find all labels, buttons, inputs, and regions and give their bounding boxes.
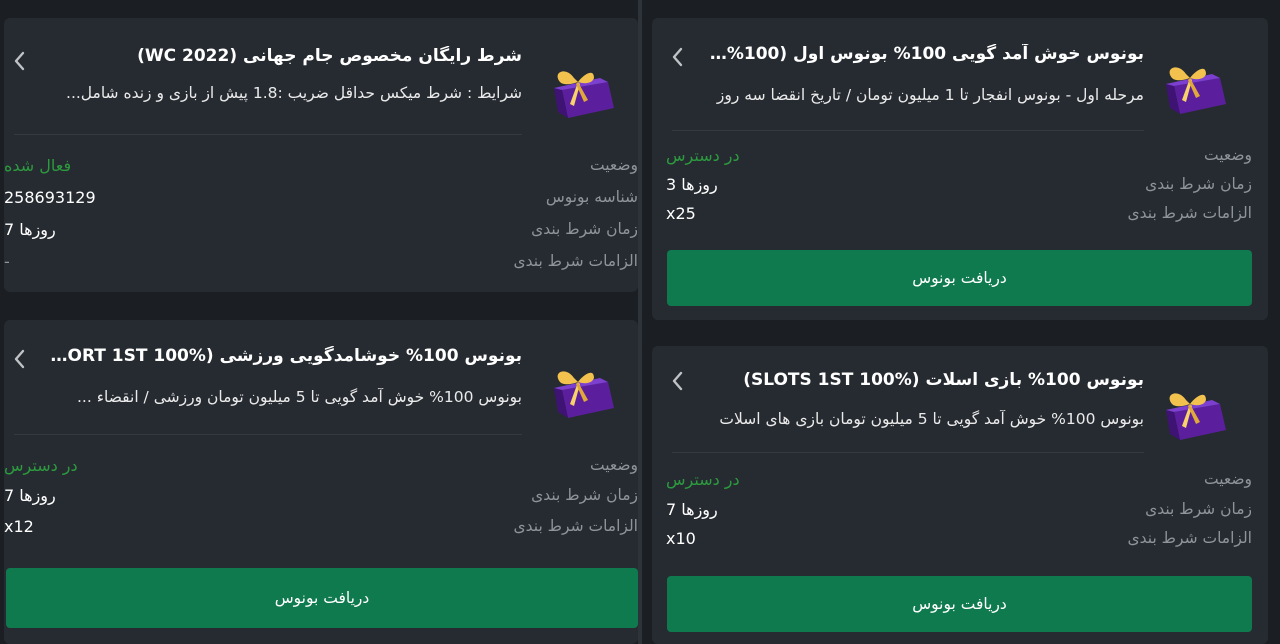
claim-bonus-button[interactable]: دریافت بونوس (667, 576, 1252, 632)
status-label: وضعیت (589, 156, 638, 174)
bonus-title: بونوس 100% خوشامدگویی ورزشی (SPORT 1ST 1… (42, 346, 522, 366)
bonus-title: شرط رایگان مخصوص جام جهانی (WC 2022) (137, 46, 522, 66)
bonus-card-sport: بونوس 100% خوشامدگویی ورزشی (SPORT 1ST 1… (4, 320, 638, 644)
status-label: وضعیت (589, 456, 638, 474)
status-label: وضعیت (1203, 146, 1252, 164)
bonus-card-slots: بونوس 100% بازی اسلات (SLOTS 1ST 100%) ب… (652, 346, 1268, 644)
gift-box-icon (554, 71, 614, 118)
wager-time-label: زمان شرط بندی (531, 220, 638, 238)
claim-bonus-button[interactable]: دریافت بونوس (6, 568, 638, 628)
wager-requirement-label: الزامات شرط بندی (1127, 204, 1253, 222)
bonus-card-wc: شرط رایگان مخصوص جام جهانی (WC 2022) شرا… (4, 18, 638, 292)
bonus-card-first: بونوس خوش آمد گویی 100% بونوس اول (100% … (652, 18, 1268, 320)
bonus-id-label: شناسه بونوس (545, 188, 638, 206)
status-value: در دسترس (666, 146, 740, 165)
wager-requirement-value: - (4, 252, 10, 271)
wager-time-value: 7 روزها (4, 486, 56, 505)
wager-requirement-value: x25 (666, 204, 696, 223)
gift-box-icon (1166, 393, 1226, 440)
status-label: وضعیت (1203, 470, 1252, 488)
panel-divider (638, 0, 642, 644)
card-separator (14, 434, 522, 435)
wager-time-value: 3 روزها (666, 175, 718, 194)
wager-time-value: 7 روزها (666, 500, 718, 519)
gift-box-icon (1166, 67, 1226, 114)
wager-requirement-label: الزامات شرط بندی (1127, 529, 1253, 547)
chevron-left-icon[interactable] (666, 366, 688, 396)
chevron-left-icon[interactable] (8, 46, 30, 76)
bonus-description: مرحله اول - بونوس انفجار تا 1 میلیون توم… (716, 86, 1144, 104)
wager-requirement-label: الزامات شرط بندی (513, 517, 639, 535)
chevron-left-icon[interactable] (666, 42, 688, 72)
chevron-left-icon[interactable] (8, 344, 30, 374)
bonus-id-value: 258693129 (4, 188, 96, 207)
gift-box-icon (554, 371, 614, 418)
wager-requirement-value: x10 (666, 529, 696, 548)
bonus-description: بونوس 100% خوش آمد گویی تا 5 میلیون توما… (77, 388, 522, 406)
card-separator (672, 452, 1144, 453)
card-separator (14, 134, 522, 135)
status-value: در دسترس (666, 470, 740, 489)
bonus-description: بونوس 100% خوش آمد گویی تا 5 میلیون توما… (719, 410, 1144, 428)
claim-bonus-button[interactable]: دریافت بونوس (667, 250, 1252, 306)
status-value: در دسترس (4, 456, 78, 475)
bonus-title: بونوس 100% بازی اسلات (SLOTS 1ST 100%) (743, 370, 1144, 390)
wager-time-value: 7 روزها (4, 220, 56, 239)
card-separator (672, 130, 1144, 131)
status-value: فعال شده (4, 156, 72, 175)
bonus-title: بونوس خوش آمد گویی 100% بونوس اول (100% … (704, 44, 1144, 64)
wager-time-label: زمان شرط بندی (1145, 175, 1252, 193)
bonus-description: شرایط : شرط میکس حداقل ضریب :1.8 پیش از … (66, 84, 522, 102)
wager-requirement-label: الزامات شرط بندی (513, 252, 639, 270)
wager-requirement-value: x12 (4, 517, 34, 536)
wager-time-label: زمان شرط بندی (1145, 500, 1252, 518)
wager-time-label: زمان شرط بندی (531, 486, 638, 504)
